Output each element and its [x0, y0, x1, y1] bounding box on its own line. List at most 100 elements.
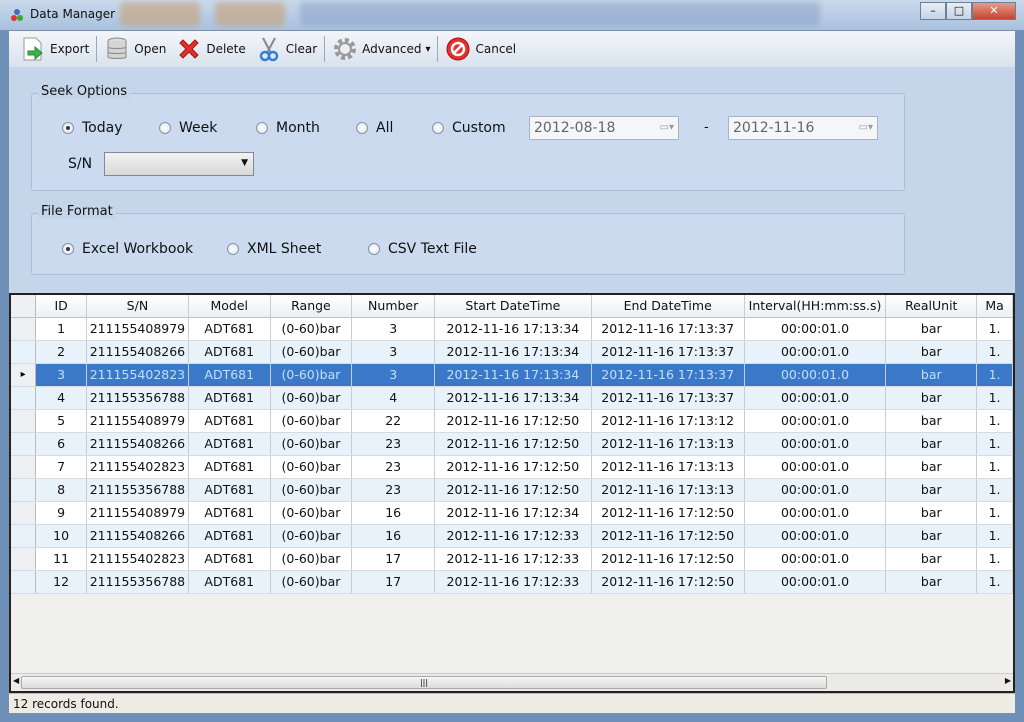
column-header[interactable]: S/N	[86, 295, 189, 318]
radio-button[interactable]	[368, 243, 380, 255]
column-header[interactable]: ID	[35, 295, 87, 318]
radio-button[interactable]	[256, 122, 268, 134]
row-header[interactable]	[11, 340, 37, 364]
table-cell: 2012-11-16 17:13:34	[434, 363, 592, 387]
table-cell: 00:00:01.0	[744, 455, 887, 479]
table-cell: 2012-11-16 17:13:13	[591, 478, 745, 502]
table-cell: (0-60)bar	[270, 547, 353, 571]
table-cell: 9	[35, 501, 87, 525]
table-cell: bar	[885, 340, 978, 364]
close-button[interactable]: ✕	[972, 2, 1016, 20]
chevron-down-icon: ▾	[425, 43, 431, 55]
date-from-picker[interactable]: 2012-08-18 ▭▾	[529, 116, 679, 140]
table-cell: 00:00:01.0	[744, 501, 887, 525]
cancel-button[interactable]: Cancel	[440, 33, 521, 65]
radio-button[interactable]	[227, 243, 239, 255]
column-header[interactable]: Interval(HH:mm:ss.s)	[744, 295, 887, 318]
radio-custom[interactable]: Custom	[432, 120, 506, 136]
table-cell: 3	[351, 340, 435, 364]
table-row[interactable]: 4 211155356788 ADT681 (0-60)bar 4 2012-11-16 …	[11, 386, 1013, 410]
radio-button[interactable]	[432, 122, 444, 134]
table-row[interactable]: 7 211155402823 ADT681 (0-60)bar 23 2012-11-16…	[11, 455, 1013, 479]
export-button[interactable]: Export	[15, 33, 94, 65]
table-row[interactable]: 9 211155408979 ADT681 (0-60)bar 16 2012-11-16…	[11, 501, 1013, 525]
clear-button[interactable]: Clear	[251, 33, 322, 65]
table-cell: 2012-11-16 17:12:50	[434, 432, 592, 456]
table-cell: 12	[35, 570, 87, 594]
radio-xml-sheet[interactable]: XML Sheet	[227, 241, 321, 257]
row-header[interactable]	[11, 317, 37, 341]
table-row[interactable]: 1 211155408979 ADT681 (0-60)bar 3 2012-11-16 …	[11, 317, 1013, 341]
delete-button[interactable]: Delete	[171, 33, 250, 65]
column-header[interactable]: Ma	[976, 295, 1013, 318]
radio-button[interactable]	[62, 122, 74, 134]
column-header[interactable]: Number	[351, 295, 435, 318]
table-row[interactable]: 11 211155402823 ADT681 (0-60)bar 17 2012-11-1…	[11, 547, 1013, 571]
advanced-dropdown[interactable]: Advanced ▾	[327, 33, 435, 65]
radio-today[interactable]: Today	[62, 120, 123, 136]
radio-label: XML Sheet	[247, 241, 322, 257]
horizontal-scrollbar[interactable]: ◀ ||| ▶	[11, 673, 1013, 691]
database-icon	[107, 37, 127, 59]
radio-csv-text-file[interactable]: CSV Text File	[368, 241, 477, 257]
table-cell: 211155356788	[86, 570, 189, 594]
radio-label: CSV Text File	[388, 241, 477, 257]
row-header[interactable]	[11, 501, 37, 525]
row-header[interactable]	[11, 547, 37, 571]
advanced-label: Advanced	[362, 42, 422, 56]
scroll-right-arrow[interactable]: ▶	[1005, 676, 1011, 685]
table-row[interactable]: 5 211155408979 ADT681 (0-60)bar 22 2012-11-16…	[11, 409, 1013, 433]
status-bar: 12 records found.	[9, 693, 1015, 713]
row-header[interactable]	[11, 386, 37, 410]
radio-month[interactable]: Month	[256, 120, 320, 136]
radio-button[interactable]	[62, 243, 74, 255]
sn-select[interactable]: ▼	[104, 152, 254, 176]
calendar-dropdown-icon[interactable]: ▭▾	[859, 122, 873, 133]
file-format-group: File Format Excel Workbook XML Sheet CSV…	[31, 204, 905, 275]
calendar-dropdown-icon[interactable]: ▭▾	[660, 122, 674, 133]
row-header[interactable]	[11, 432, 37, 456]
row-header[interactable]	[11, 409, 37, 433]
maximize-button[interactable]: □	[946, 2, 972, 20]
table-cell: bar	[885, 317, 978, 341]
table-row[interactable]: ▸ 3 211155402823 ADT681 (0-60)bar 3 2012-11-16…	[11, 363, 1013, 387]
table-cell: 4	[351, 386, 435, 410]
gear-icon	[334, 38, 357, 60]
minimize-button[interactable]: –	[920, 2, 946, 20]
radio-button[interactable]	[356, 122, 368, 134]
radio-button[interactable]	[159, 122, 171, 134]
seek-options-title: Seek Options	[38, 84, 131, 99]
column-header[interactable]: Range	[270, 295, 353, 318]
table-cell: 8	[35, 478, 87, 502]
table-cell: 211155356788	[86, 386, 189, 410]
date-to-picker[interactable]: 2012-11-16 ▭▾	[728, 116, 878, 140]
scrollbar-thumb[interactable]: |||	[21, 676, 827, 689]
row-header[interactable]	[11, 478, 37, 502]
table-cell: 00:00:01.0	[744, 340, 887, 364]
row-header[interactable]	[11, 524, 37, 548]
table-row[interactable]: 12 211155356788 ADT681 (0-60)bar 17 2012-11-1…	[11, 570, 1013, 594]
row-header[interactable]	[11, 570, 37, 594]
column-header[interactable]: Start DateTime	[434, 295, 592, 318]
row-header[interactable]	[11, 455, 37, 479]
table-cell: 00:00:01.0	[744, 432, 887, 456]
table-cell: 1.	[976, 432, 1013, 456]
table-row[interactable]: 6 211155408266 ADT681 (0-60)bar 23 2012-11-16…	[11, 432, 1013, 456]
chevron-down-icon: ▼	[241, 158, 248, 168]
row-header[interactable]: ▸	[11, 363, 37, 387]
table-cell: ADT681	[188, 363, 271, 387]
radio-week[interactable]: Week	[159, 120, 217, 136]
open-button[interactable]: Open	[99, 33, 171, 65]
column-header[interactable]: Model	[188, 295, 271, 318]
table-row[interactable]: 10 211155408266 ADT681 (0-60)bar 16 2012-11-1…	[11, 524, 1013, 548]
scroll-left-arrow[interactable]: ◀	[13, 676, 19, 685]
scissors-icon	[259, 37, 279, 62]
table-row[interactable]: 2 211155408266 ADT681 (0-60)bar 3 2012-11-16 …	[11, 340, 1013, 364]
table-cell: 2012-11-16 17:13:34	[434, 317, 592, 341]
table-cell: (0-60)bar	[270, 386, 353, 410]
radio-excel-workbook[interactable]: Excel Workbook	[62, 241, 193, 257]
table-row[interactable]: 8 211155356788 ADT681 (0-60)bar 23 2012-11-16…	[11, 478, 1013, 502]
radio-all[interactable]: All	[356, 120, 393, 136]
column-header[interactable]: RealUnit	[885, 295, 978, 318]
column-header[interactable]: End DateTime	[591, 295, 745, 318]
